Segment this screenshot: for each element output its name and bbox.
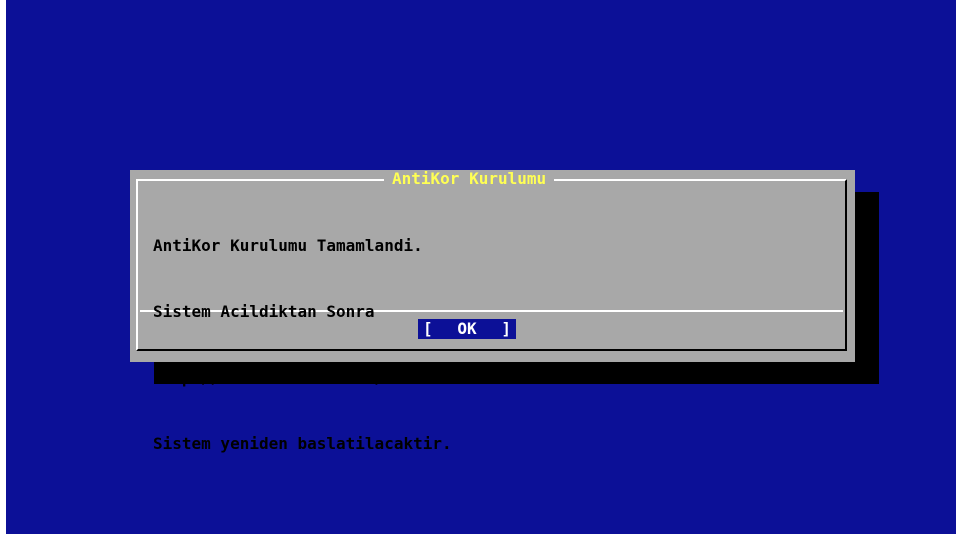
ok-left-bracket: [ [423, 319, 433, 338]
ok-button[interactable]: [ OK ] [418, 319, 516, 339]
message-line-3: http://192.168.2.254:88/ adresinden eris… [153, 368, 654, 387]
install-complete-dialog: AntiKor Kurulumu AntiKor Kurulumu Tamaml… [130, 170, 855, 453]
ok-right-bracket: ] [501, 319, 511, 338]
dialog-message: AntiKor Kurulumu Tamamlandi. Sistem Acil… [153, 191, 654, 499]
message-line-2: Sistem Acildiktan Sonra [153, 302, 375, 321]
message-line-4: Sistem yeniden baslatilacaktir. [153, 434, 452, 453]
message-line-1: AntiKor Kurulumu Tamamlandi. [153, 236, 423, 255]
dialog-title: AntiKor Kurulumu [384, 170, 555, 188]
console-screen: AntiKor Kurulumu AntiKor Kurulumu Tamaml… [6, 0, 956, 534]
ok-button-label: OK [457, 319, 477, 338]
